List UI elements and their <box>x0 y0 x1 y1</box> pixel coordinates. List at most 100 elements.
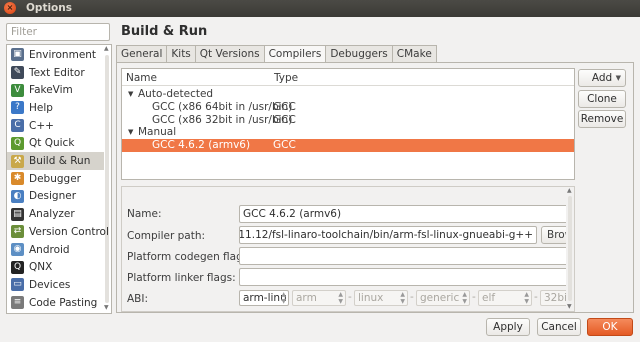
tree-group-label: Manual <box>138 126 177 138</box>
sidebar-item-label: Designer <box>29 190 77 203</box>
sidebar-item[interactable]: ▤ Analyzer <box>7 205 104 223</box>
updown-arrow-icon: ▲ ▼ <box>400 291 405 305</box>
debugger-icon: ✱ <box>11 172 24 186</box>
tree-group-manual[interactable]: ▼ Manual <box>122 126 574 139</box>
build-run-icon: ⚒ <box>11 154 24 168</box>
updown-arrow-icon: ▲ ▼ <box>281 291 286 305</box>
close-icon[interactable]: × <box>4 2 16 14</box>
scroll-down-icon[interactable]: ▼ <box>567 304 572 310</box>
codegen-flags-label: Platform codegen flags: <box>127 251 252 263</box>
remove-button[interactable]: Remove <box>578 110 626 128</box>
sidebar-item-label: Devices <box>29 278 71 291</box>
linker-flags-label: Platform linker flags: <box>127 272 236 284</box>
sidebar-item[interactable]: ✎ Text Editor <box>7 64 104 82</box>
column-header-name[interactable]: Name <box>126 72 157 84</box>
tree-header: Name Type <box>122 69 574 86</box>
tab-cmake[interactable]: CMake <box>391 45 437 63</box>
compiler-type: GCC <box>273 139 296 151</box>
sidebar-item-label: Qt Quick <box>29 137 75 150</box>
tab-qt-versions[interactable]: Qt Versions <box>194 45 265 63</box>
codegen-flags-field[interactable] <box>239 247 574 265</box>
abi-architecture-select: arm ▲ ▼ <box>292 290 346 306</box>
tab-kits[interactable]: Kits <box>166 45 196 63</box>
updown-arrow-icon: ▲ ▼ <box>338 291 343 305</box>
compiler-details: Name: GCC 4.6.2 (armv6) Compiler path: n… <box>121 186 575 312</box>
sidebar-scrollbar[interactable]: ▲ ▼ <box>104 46 110 312</box>
sidebar-item-label: Debugger <box>29 172 81 185</box>
sidebar-item-label: FakeVim <box>29 84 73 97</box>
qnx-icon: Q <box>11 260 24 274</box>
code-pasting-icon: ≡ <box>11 296 24 310</box>
clone-button[interactable]: Clone <box>578 90 626 108</box>
tree-row-selected[interactable]: GCC 4.6.2 (armv6) GCC <box>122 139 574 152</box>
add-button[interactable]: Add ▼ <box>578 69 626 87</box>
sidebar-item-label: QNX <box>29 261 53 274</box>
cpp-icon: C <box>11 119 24 133</box>
sidebar-item[interactable]: ◉ Android <box>7 241 104 259</box>
sidebar-item[interactable]: ✱ Debugger <box>7 170 104 188</box>
details-scrollbar[interactable]: ▲ ▼ <box>566 187 574 311</box>
page-title: Build & Run <box>121 24 208 39</box>
compiler-path-label: Compiler path: <box>127 230 206 242</box>
analyzer-icon: ▤ <box>11 207 24 221</box>
scrollbar-track[interactable] <box>568 196 572 301</box>
scroll-down-icon[interactable]: ▼ <box>104 305 110 311</box>
devices-icon: ▭ <box>11 278 24 292</box>
ok-button[interactable]: OK <box>587 318 633 336</box>
abi-select[interactable]: arm-linu ▲ ▼ <box>239 290 289 306</box>
category-list: ▲ ▼ ▣ Environment ✎ Text Editor V FakeVim? Hel… <box>6 44 112 314</box>
expand-arrow-icon[interactable]: ▼ <box>128 126 133 139</box>
designer-icon: ◐ <box>11 189 24 203</box>
tab-debuggers[interactable]: Debuggers <box>325 45 393 63</box>
sidebar-item[interactable]: C C++ <box>7 117 104 135</box>
compiler-name: GCC 4.6.2 (armv6) <box>152 139 251 151</box>
name-label: Name: <box>127 208 162 220</box>
cancel-button[interactable]: Cancel <box>537 318 581 336</box>
sidebar-item[interactable]: ? Help <box>7 99 104 117</box>
filter-input[interactable]: Filter <box>6 23 110 41</box>
window-title: Options <box>26 2 72 14</box>
sidebar-item[interactable]: ◐ Designer <box>7 188 104 206</box>
compiler-path-field[interactable]: nultilib-2011.12/fsl-linaro-toolchain/bi… <box>239 226 537 244</box>
abi-flavor-select: generic ▲ ▼ <box>416 290 470 306</box>
compiler-type: GCC <box>273 101 296 113</box>
window-titlebar: × Options <box>0 0 640 17</box>
abi-architecture-value: arm <box>296 292 317 304</box>
sidebar-item-label: Code Pasting <box>29 296 98 309</box>
abi-select-value: arm-linu <box>243 292 287 304</box>
abi-os-value: linux <box>358 292 384 304</box>
sidebar-item[interactable]: ⇄ Version Control <box>7 223 109 241</box>
scroll-up-icon[interactable]: ▲ <box>567 188 572 194</box>
compiler-path-value: nultilib-2011.12/fsl-linaro-toolchain/bi… <box>239 229 533 241</box>
help-icon: ? <box>11 101 24 115</box>
sidebar-item-label: Version Control <box>29 225 109 238</box>
name-field[interactable]: GCC 4.6.2 (armv6) <box>239 205 569 223</box>
abi-separator: - <box>348 291 352 303</box>
sidebar-item[interactable]: ≡ Code Pasting <box>7 294 104 312</box>
abi-separator: - <box>472 291 476 303</box>
sidebar-item[interactable]: V FakeVim <box>7 81 104 99</box>
updown-arrow-icon: ▲ ▼ <box>524 291 529 305</box>
tab-general[interactable]: General <box>116 45 168 63</box>
expand-arrow-icon[interactable]: ▼ <box>128 88 133 101</box>
tree-group-label: Auto-detected <box>138 88 214 100</box>
tree-row[interactable]: GCC (x86 64bit in /usr/bin) GCC <box>122 101 574 114</box>
sidebar-item[interactable]: ▭ Devices <box>7 276 104 294</box>
sidebar-item[interactable]: Q Qt Quick <box>7 135 104 153</box>
apply-button[interactable]: Apply <box>486 318 530 336</box>
sidebar-item-label: Help <box>29 101 53 114</box>
sidebar-item[interactable]: ⚒ Build & Run <box>7 152 104 170</box>
abi-label: ABI: <box>127 293 149 305</box>
column-header-type[interactable]: Type <box>274 72 298 84</box>
android-icon: ◉ <box>11 243 24 257</box>
sidebar-item[interactable]: Q QNX <box>7 258 104 276</box>
abi-flavor-value: generic <box>420 292 460 304</box>
sidebar-item[interactable]: ▣ Environment <box>7 46 104 64</box>
scroll-up-icon[interactable]: ▲ <box>104 46 110 52</box>
scrollbar-track[interactable] <box>105 55 109 303</box>
qt-quick-icon: Q <box>11 136 24 150</box>
abi-format-value: elf <box>482 292 496 304</box>
tree-group-auto-detected[interactable]: ▼ Auto-detected <box>122 88 574 101</box>
linker-flags-field[interactable] <box>239 268 574 286</box>
updown-arrow-icon: ▲ ▼ <box>462 291 467 305</box>
